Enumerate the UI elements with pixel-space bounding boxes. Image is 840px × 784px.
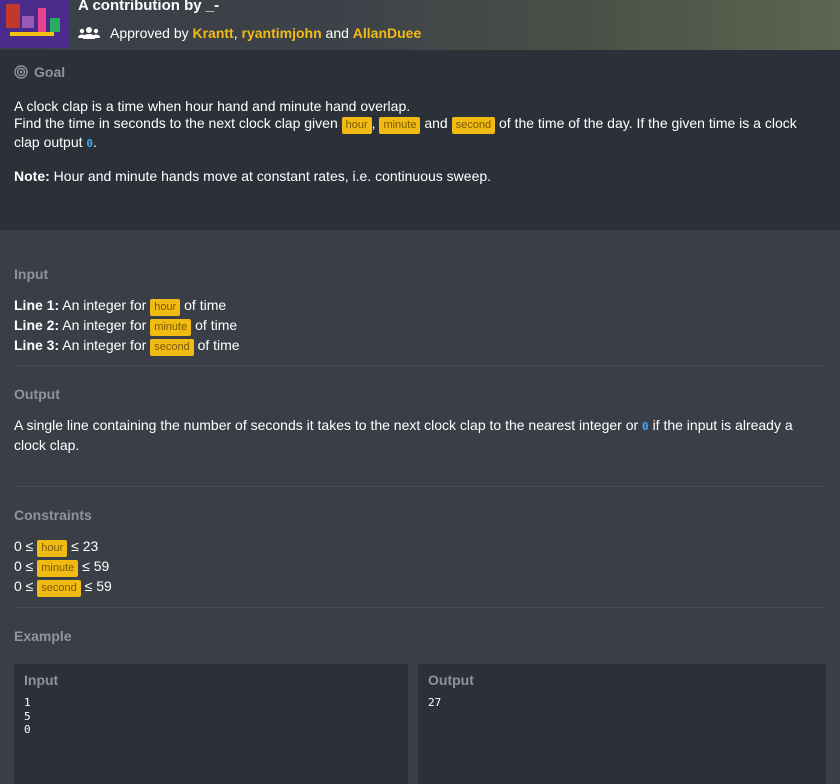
constraints-section: Constraints 0 ≤ hour ≤ 23 0 ≤ minute ≤ 5…	[14, 487, 826, 608]
approver-link[interactable]: AllanDuee	[353, 25, 421, 41]
input-line: Line 1: An integer for hour of time	[14, 296, 826, 316]
constraint-row: 0 ≤ second ≤ 59	[14, 577, 826, 597]
approved-by-line: Approved by Krantt, ryantimjohn and Alla…	[78, 25, 421, 41]
example-heading: Example	[14, 628, 72, 644]
constraint-row: 0 ≤ hour ≤ 23	[14, 537, 826, 557]
variable-tag: hour	[150, 299, 181, 316]
goal-text: A clock clap is a time when hour hand an…	[14, 98, 826, 185]
input-section: Input Line 1: An integer for hour of tim…	[14, 230, 826, 366]
variable-tag: hour	[341, 117, 372, 134]
example-output-box: Output 27	[418, 664, 826, 784]
approved-label: Approved by	[110, 25, 189, 41]
target-icon	[14, 65, 28, 79]
goal-section: Goal A clock clap is a time when hour ha…	[0, 50, 840, 230]
example-input-content[interactable]: 1 5 0	[24, 696, 398, 737]
variable-tag: minute	[379, 117, 421, 134]
approver-link[interactable]: ryantimjohn	[242, 25, 322, 41]
goal-heading: Goal	[14, 64, 826, 80]
users-icon	[78, 27, 100, 39]
approver-link[interactable]: Krantt	[193, 25, 234, 41]
puzzle-header: A contribution by _- Approved by Krantt,…	[0, 0, 840, 50]
variable-tag: second	[451, 117, 496, 134]
goal-note: Note: Hour and minute hands move at cons…	[14, 168, 492, 184]
example-output-content[interactable]: 27	[428, 696, 816, 710]
output-heading: Output	[14, 386, 60, 402]
zero-constant: 0	[642, 420, 649, 433]
input-heading: Input	[14, 266, 49, 282]
constraint-row: 0 ≤ minute ≤ 59	[14, 557, 826, 577]
contribution-title: A contribution by _-	[78, 0, 220, 14]
input-line: Line 3: An integer for second of time	[14, 336, 826, 356]
example-output-title: Output	[428, 672, 474, 688]
example-section: Example Input 1 5 0 Output 27	[14, 608, 826, 784]
output-text: A single line containing the number of s…	[14, 417, 793, 453]
example-input-title: Input	[24, 672, 59, 688]
variable-tag: second	[150, 339, 194, 356]
variable-tag: minute	[150, 319, 192, 336]
variable-tag: second	[37, 580, 81, 597]
output-section: Output A single line containing the numb…	[14, 366, 826, 487]
example-input-box: Input 1 5 0	[14, 664, 409, 784]
variable-tag: minute	[37, 560, 79, 577]
constraints-heading: Constraints	[14, 507, 92, 523]
author-avatar[interactable]	[0, 0, 70, 48]
variable-tag: hour	[37, 540, 68, 557]
input-line: Line 2: An integer for minute of time	[14, 316, 826, 336]
